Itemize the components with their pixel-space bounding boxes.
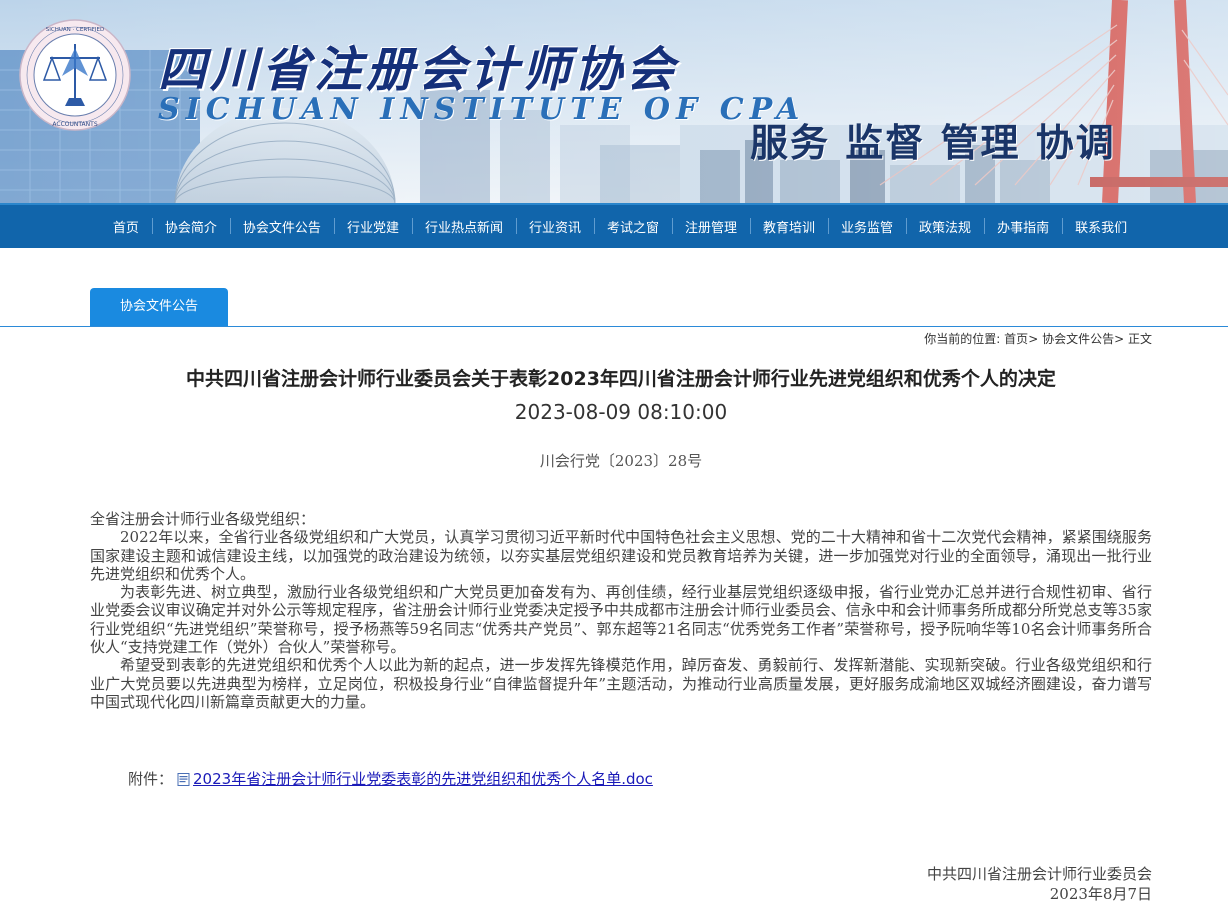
breadcrumb-category-link[interactable]: 协会文件公告 <box>1042 332 1114 346</box>
nav-item-supervision[interactable]: 业务监管 <box>828 217 906 236</box>
column-tab-divider <box>0 326 1228 327</box>
column-tab-notices[interactable]: 协会文件公告 <box>90 288 228 326</box>
article-title: 中共四川省注册会计师行业委员会关于表彰2023年四川省注册会计师行业先进党组织和… <box>186 368 1056 390</box>
nav-item-industry-info[interactable]: 行业资讯 <box>515 217 594 236</box>
nav-item-regulations[interactable]: 政策法规 <box>906 217 984 236</box>
word-doc-icon <box>177 773 190 786</box>
breadcrumb-separator: > <box>1114 332 1125 346</box>
article-datetime: 2023-08-09 08:10:00 <box>514 400 728 424</box>
breadcrumb-home-link[interactable]: 首页 <box>1004 332 1028 346</box>
signature-date: 2023年8月7日 <box>1049 885 1152 903</box>
breadcrumb-prefix: 你当前的位置: <box>924 332 1001 346</box>
article-salutation: 全省注册会计师行业各级党组织： <box>90 510 316 528</box>
nav-item-exam[interactable]: 考试之窗 <box>593 217 672 236</box>
signature-organization: 中共四川省注册会计师行业委员会 <box>926 865 1152 883</box>
svg-text:ACCOUNTANTS: ACCOUNTANTS <box>52 121 97 128</box>
banner-slogan: 服务 监督 管理 协调 <box>750 120 1116 165</box>
article-paragraph: 2022年以来，全省行业各级党组织和广大党员，认真学习贯彻习近平新时代中国特色社… <box>90 528 1152 583</box>
nav-item-contact[interactable]: 联系我们 <box>1062 217 1140 236</box>
nav-item-about[interactable]: 协会简介 <box>151 217 230 236</box>
article-paragraph: 希望受到表彰的先进党组织和优秀个人以此为新的起点，进一步发挥先锋模范作用，踔厉奋… <box>90 656 1152 711</box>
nav-item-hot-news[interactable]: 行业热点新闻 <box>411 217 516 236</box>
attachment-download-link[interactable]: 2023年省注册会计师行业党委表彰的先进党组织和优秀个人名单.doc <box>193 768 653 789</box>
svg-text:SICHUAN · CERTIFIED: SICHUAN · CERTIFIED <box>46 27 104 33</box>
main-nav: 首页 协会简介 协会文件公告 行业党建 行业热点新闻 行业资讯 考试之窗 注册管… <box>0 203 1228 248</box>
nav-item-training[interactable]: 教育培训 <box>750 217 828 236</box>
org-title: 四川省注册会计师协会 <box>158 42 679 98</box>
breadcrumb-current: 正文 <box>1127 332 1152 346</box>
document-number: 川会行党〔2023〕28号 <box>539 452 703 470</box>
nav-item-guide[interactable]: 办事指南 <box>984 217 1062 236</box>
attachment-row: 附件： 2023年省注册会计师行业党委表彰的先进党组织和优秀个人名单.doc <box>128 768 653 789</box>
breadcrumb-separator: > <box>1028 332 1039 346</box>
header-banner: SICHUAN · CERTIFIED ACCOUNTANTS 四川省注册会计师… <box>0 0 1228 203</box>
nav-item-notices[interactable]: 协会文件公告 <box>229 217 334 236</box>
nav-item-home[interactable]: 首页 <box>100 217 152 236</box>
nav-item-registration[interactable]: 注册管理 <box>672 217 750 236</box>
signature-block: 中共四川省注册会计师行业委员会 2023年8月7日 <box>927 864 1152 904</box>
org-english-name: SICHUAN INSTITUTE OF CPA <box>158 92 806 127</box>
article-paragraph: 为表彰先进、树立典型，激励行业各级党组织和广大党员更加奋发有为、再创佳绩，经行业… <box>90 583 1152 657</box>
breadcrumb: 你当前的位置: 首页> 协会文件公告> 正文 <box>924 330 1152 347</box>
article-body: 全省注册会计师行业各级党组织： 2022年以来，全省行业各级党组织和广大党员，认… <box>90 510 1152 711</box>
attachment-label: 附件： <box>128 770 174 788</box>
cpa-seal-logo: SICHUAN · CERTIFIED ACCOUNTANTS <box>19 19 131 131</box>
nav-item-party-building[interactable]: 行业党建 <box>333 217 412 236</box>
